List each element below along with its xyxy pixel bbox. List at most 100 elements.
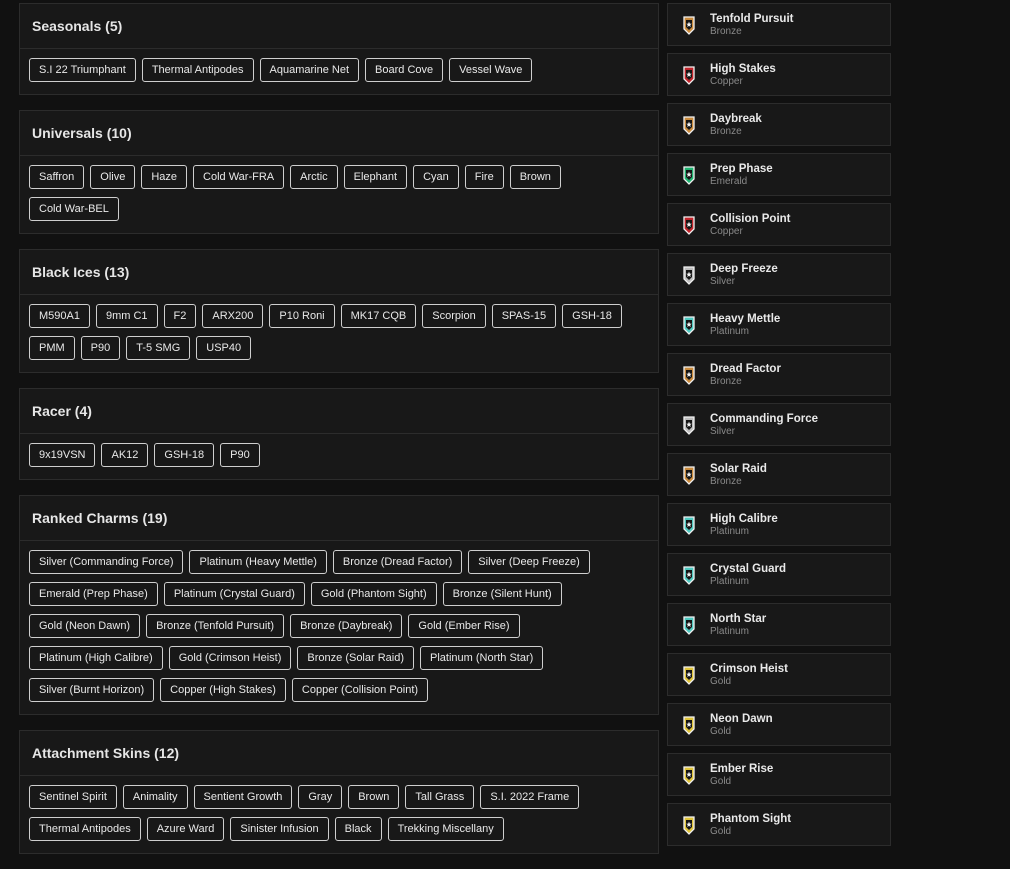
item-chip[interactable]: Gold (Ember Rise) bbox=[408, 614, 520, 638]
item-chip[interactable]: T-5 SMG bbox=[126, 336, 191, 360]
item-chip[interactable]: Cyan bbox=[413, 165, 459, 189]
season-card[interactable]: Phantom Sight Gold bbox=[667, 803, 891, 846]
section-title: Seasonals (5) bbox=[20, 4, 658, 49]
rank-badge-icon bbox=[683, 665, 695, 685]
season-rank: Platinum bbox=[710, 575, 749, 587]
season-name: Deep Freeze bbox=[710, 262, 778, 275]
item-chip[interactable]: Haze bbox=[141, 165, 188, 189]
item-chip[interactable]: Gray bbox=[298, 785, 343, 809]
item-chip[interactable]: M590A1 bbox=[29, 304, 90, 328]
season-name: Ember Rise bbox=[710, 762, 774, 775]
item-chip[interactable]: Thermal Antipodes bbox=[29, 817, 141, 841]
item-chip[interactable]: Bronze (Solar Raid) bbox=[297, 646, 414, 670]
item-chip[interactable]: Bronze (Tenfold Pursuit) bbox=[146, 614, 285, 638]
item-chip[interactable]: 9x19VSN bbox=[29, 443, 96, 467]
item-chip[interactable]: PMM bbox=[29, 336, 75, 360]
season-card[interactable]: High Calibre Platinum bbox=[667, 503, 891, 546]
rank-badge-icon bbox=[683, 115, 695, 135]
season-name: Heavy Mettle bbox=[710, 312, 781, 325]
season-card[interactable]: Crystal Guard Platinum bbox=[667, 553, 891, 596]
season-card[interactable]: Solar Raid Bronze bbox=[667, 453, 891, 496]
item-chip[interactable]: Bronze (Daybreak) bbox=[290, 614, 403, 638]
season-card-text: Deep Freeze Silver bbox=[710, 262, 778, 288]
item-chip-list: Saffron Olive Haze Cold War-FRA Arctic Elepha… bbox=[20, 156, 658, 233]
item-chip[interactable]: Fire bbox=[464, 165, 504, 189]
season-card[interactable]: Ember Rise Gold bbox=[667, 753, 891, 796]
item-chip[interactable]: Gold (Neon Dawn) bbox=[29, 614, 141, 638]
item-chip[interactable]: Sentient Growth bbox=[193, 785, 293, 809]
item-chip[interactable]: Azure Ward bbox=[146, 817, 225, 841]
item-chip[interactable]: F2 bbox=[163, 304, 197, 328]
season-rank: Copper bbox=[710, 75, 743, 87]
season-card[interactable]: High Stakes Copper bbox=[667, 53, 891, 96]
season-rank: Platinum bbox=[710, 325, 749, 337]
season-rank: Gold bbox=[710, 725, 732, 737]
season-card[interactable]: Prep Phase Emerald bbox=[667, 153, 891, 196]
item-chip[interactable]: 9mm C1 bbox=[95, 304, 158, 328]
item-chip[interactable]: Animality bbox=[122, 785, 188, 809]
item-chip[interactable]: Sentinel Spirit bbox=[29, 785, 117, 809]
item-chip[interactable]: ARX200 bbox=[202, 304, 264, 328]
item-chip[interactable]: P90 bbox=[80, 336, 121, 360]
item-chip[interactable]: Gold (Crimson Heist) bbox=[168, 646, 292, 670]
item-chip[interactable]: Board Cove bbox=[365, 58, 444, 82]
item-chip[interactable]: Silver (Burnt Horizon) bbox=[29, 678, 155, 702]
item-chip[interactable]: Thermal Antipodes bbox=[141, 58, 254, 82]
season-name: Phantom Sight bbox=[710, 812, 792, 825]
item-chip[interactable]: Sinister Infusion bbox=[230, 817, 329, 841]
item-chip[interactable]: Black bbox=[334, 817, 382, 841]
item-chip[interactable]: Vessel Wave bbox=[449, 58, 533, 82]
item-chip[interactable]: P90 bbox=[220, 443, 260, 467]
item-chip[interactable]: Bronze (Dread Factor) bbox=[332, 550, 463, 574]
season-name: Dread Factor bbox=[710, 362, 781, 375]
item-chip[interactable]: Trekking Miscellany bbox=[387, 817, 504, 841]
item-chip[interactable]: Copper (High Stakes) bbox=[160, 678, 286, 702]
item-chip[interactable]: MK17 CQB bbox=[340, 304, 417, 328]
item-chip[interactable]: S.I 22 Triumphant bbox=[29, 58, 136, 82]
item-chip[interactable]: Aquamarine Net bbox=[259, 58, 360, 82]
season-card[interactable]: Crimson Heist Gold bbox=[667, 653, 891, 696]
season-card-text: Prep Phase Emerald bbox=[710, 162, 773, 188]
item-chip[interactable]: Elephant bbox=[343, 165, 408, 189]
item-chip[interactable]: GSH-18 bbox=[562, 304, 622, 328]
item-chip[interactable]: Copper (Collision Point) bbox=[291, 678, 429, 702]
item-chip[interactable]: Platinum (High Calibre) bbox=[29, 646, 163, 670]
item-chip[interactable]: Platinum (Crystal Guard) bbox=[163, 582, 305, 606]
item-chip[interactable]: Arctic bbox=[290, 165, 338, 189]
item-chip[interactable]: Silver (Commanding Force) bbox=[29, 550, 184, 574]
item-chip[interactable]: Brown bbox=[348, 785, 400, 809]
item-chip[interactable]: Tall Grass bbox=[405, 785, 475, 809]
item-chip[interactable]: Olive bbox=[90, 165, 136, 189]
season-card-text: Heavy Mettle Platinum bbox=[710, 312, 780, 338]
item-chip[interactable]: Saffron bbox=[29, 165, 85, 189]
season-card[interactable]: Commanding Force Silver bbox=[667, 403, 891, 446]
item-chip[interactable]: Platinum (North Star) bbox=[420, 646, 544, 670]
season-card[interactable]: Heavy Mettle Platinum bbox=[667, 303, 891, 346]
item-chip[interactable]: S.I. 2022 Frame bbox=[480, 785, 580, 809]
item-chip[interactable]: Gold (Phantom Sight) bbox=[310, 582, 437, 606]
season-card[interactable]: Deep Freeze Silver bbox=[667, 253, 891, 296]
season-card[interactable]: Tenfold Pursuit Bronze bbox=[667, 3, 891, 46]
season-card[interactable]: Dread Factor Bronze bbox=[667, 353, 891, 396]
item-chip[interactable]: Bronze (Silent Hunt) bbox=[442, 582, 562, 606]
season-rank: Silver bbox=[710, 425, 736, 437]
item-chip[interactable]: Brown bbox=[509, 165, 561, 189]
item-chip[interactable]: Scorpion bbox=[422, 304, 486, 328]
item-chip[interactable]: Platinum (Heavy Mettle) bbox=[189, 550, 327, 574]
item-chip[interactable]: USP40 bbox=[196, 336, 252, 360]
season-card[interactable]: Daybreak Bronze bbox=[667, 103, 891, 146]
item-chip[interactable]: Silver (Deep Freeze) bbox=[468, 550, 590, 574]
item-chip[interactable]: Cold War-FRA bbox=[193, 165, 285, 189]
season-card[interactable]: Collision Point Copper bbox=[667, 203, 891, 246]
season-rank-list: Tenfold Pursuit Bronze High Stakes Copper Da… bbox=[667, 3, 891, 853]
item-chip-list: M590A1 9mm C1 F2 ARX200 P10 Roni MK17 CQB Scor… bbox=[20, 295, 658, 372]
item-chip[interactable]: Cold War-BEL bbox=[29, 197, 119, 221]
item-chip[interactable]: Emerald (Prep Phase) bbox=[29, 582, 158, 606]
season-card-text: Collision Point Copper bbox=[710, 212, 791, 238]
item-chip[interactable]: AK12 bbox=[101, 443, 149, 467]
item-chip[interactable]: P10 Roni bbox=[269, 304, 335, 328]
item-chip[interactable]: SPAS-15 bbox=[491, 304, 557, 328]
item-chip[interactable]: GSH-18 bbox=[154, 443, 215, 467]
season-card[interactable]: Neon Dawn Gold bbox=[667, 703, 891, 746]
season-card[interactable]: North Star Platinum bbox=[667, 603, 891, 646]
